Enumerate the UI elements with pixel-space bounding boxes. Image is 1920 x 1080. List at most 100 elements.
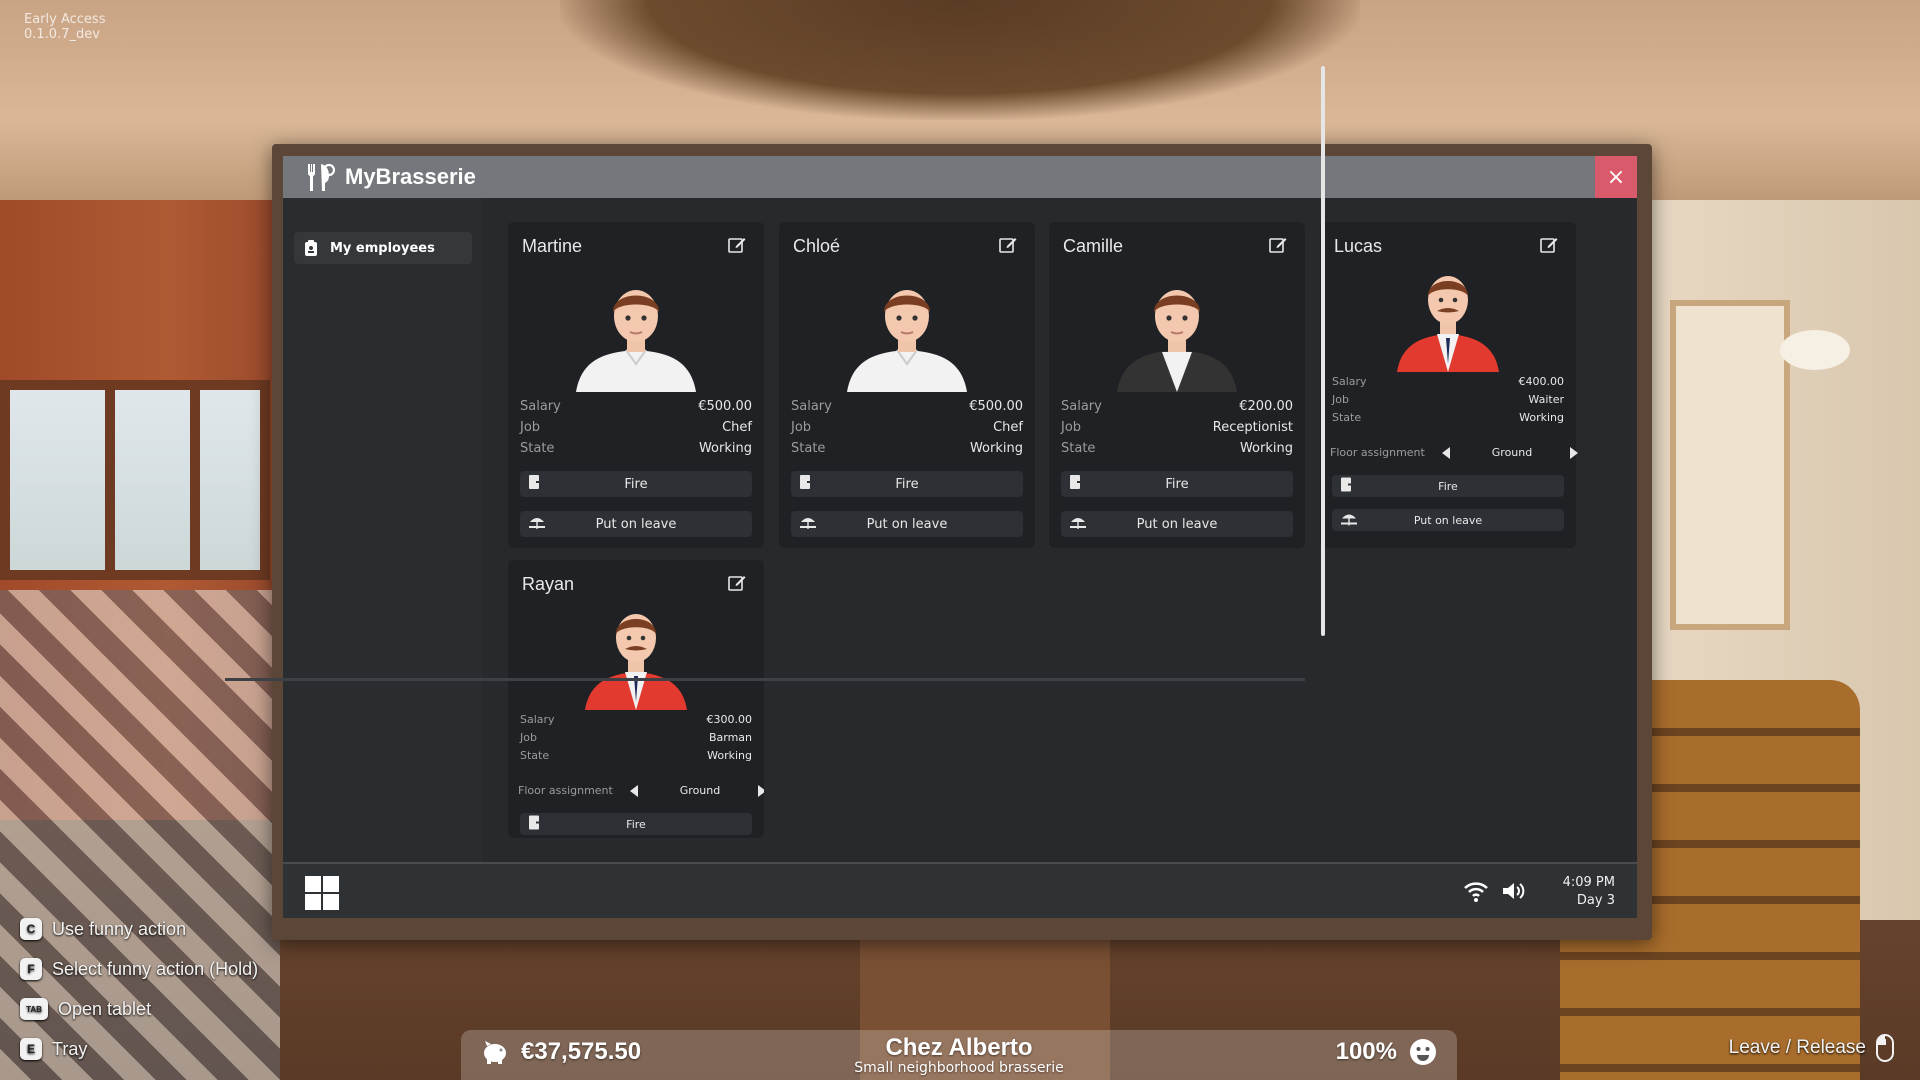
close-button[interactable]: ×	[1595, 156, 1637, 198]
key-icon: E	[20, 1038, 42, 1060]
umbrella-icon	[799, 514, 817, 534]
app-titlebar: MyBrasserie ×	[283, 156, 1637, 198]
hint-label: Open tablet	[58, 998, 152, 1019]
clock-time: 4:09 PM	[1562, 875, 1615, 890]
fire-button[interactable]: Fire	[520, 471, 752, 497]
employee-card: Martine Salary €500.00 Job Chef State Wo…	[508, 222, 764, 548]
employee-card: Lucas Salary €400.00 Job Waiter State Wo…	[1320, 222, 1578, 548]
put-on-leave-button[interactable]: Put on leave	[1061, 511, 1293, 537]
taskbar: 4:09 PM Day 3	[283, 862, 1637, 918]
key-icon: C	[20, 918, 42, 940]
employee-portrait	[842, 272, 972, 396]
fire-icon	[1069, 474, 1086, 494]
salary-label: Salary	[520, 713, 555, 726]
fire-button[interactable]: Fire	[1061, 471, 1293, 497]
state-value: Working	[698, 441, 752, 456]
leave-label: Put on leave	[1136, 516, 1218, 532]
employee-portrait	[581, 600, 691, 714]
employee-name: Camille	[1063, 236, 1124, 256]
previous-floor-icon[interactable]	[1442, 447, 1450, 459]
umbrella-icon	[1340, 511, 1358, 530]
state-value: Working	[969, 441, 1023, 456]
next-floor-icon[interactable]	[1570, 447, 1578, 459]
put-on-leave-button[interactable]: Put on leave	[1332, 509, 1564, 531]
badge-icon	[305, 240, 317, 256]
salary-value: €400.00	[1518, 375, 1565, 388]
hint-label: Tray	[52, 1038, 88, 1059]
leave-label: Put on leave	[866, 516, 948, 532]
restaurant-name: Chez Alberto	[885, 1034, 1033, 1061]
floor-label: Floor assignment	[518, 784, 613, 797]
job-value: Waiter	[1528, 393, 1564, 406]
volume-icon[interactable]	[1501, 880, 1525, 902]
put-on-leave-button[interactable]: Put on leave	[791, 511, 1023, 537]
fire-button[interactable]: Fire	[520, 813, 752, 835]
restaurant-hud: €37,575.50 Chez Alberto Small neighborho…	[461, 1030, 1457, 1080]
floor-assignment: Floor assignment Ground	[1330, 443, 1578, 463]
satisfaction-value: 100%	[1335, 1038, 1397, 1065]
control-hint: E Tray	[20, 1038, 87, 1060]
job-value: Barman	[708, 731, 752, 744]
put-on-leave-button[interactable]: Put on leave	[520, 511, 752, 537]
employee-name: Rayan	[522, 574, 575, 594]
wifi-icon[interactable]	[1463, 880, 1489, 902]
floor-label: Floor assignment	[1330, 446, 1425, 459]
left-window	[0, 380, 270, 580]
fire-label: Fire	[1438, 479, 1458, 493]
state-label: State	[520, 749, 550, 762]
employee-portrait	[1393, 262, 1503, 376]
fire-icon	[528, 474, 545, 494]
horizontal-scrollbar[interactable]	[225, 678, 1305, 681]
job-label: Job	[791, 420, 812, 435]
key-icon: F	[20, 958, 42, 980]
vertical-scrollbar[interactable]	[1321, 66, 1325, 636]
start-menu-icon[interactable]	[305, 876, 339, 910]
salary-value: €300.00	[706, 713, 753, 726]
employee-name: Lucas	[1334, 236, 1383, 256]
leave-label: Put on leave	[1413, 513, 1483, 527]
edit-icon[interactable]	[728, 236, 746, 254]
smiley-icon	[1410, 1039, 1436, 1065]
salary-label: Salary	[791, 399, 832, 414]
restaurant-subtitle: Small neighborhood brasserie	[854, 1060, 1064, 1076]
salary-value: €500.00	[698, 399, 752, 414]
system-tray	[1463, 880, 1525, 902]
fire-icon	[799, 474, 816, 494]
close-icon: ×	[1606, 164, 1626, 190]
job-label: Job	[1332, 393, 1349, 406]
job-value: Receptionist	[1212, 420, 1293, 435]
fire-button[interactable]: Fire	[1332, 475, 1564, 497]
hint-label: Select funny action (Hold)	[52, 958, 259, 979]
sidebar-item-label: My employees	[330, 240, 435, 256]
satisfaction-display: 100%	[1336, 1038, 1437, 1066]
state-label: State	[1332, 411, 1362, 424]
control-hint: TAB Open tablet	[20, 998, 151, 1020]
sidebar-item-my-employees[interactable]: My employees	[294, 232, 472, 264]
state-label: State	[1061, 441, 1096, 456]
edit-icon[interactable]	[1269, 236, 1287, 254]
employee-card: Camille Salary €200.00 Job Receptionist …	[1049, 222, 1305, 548]
salary-label: Salary	[520, 399, 561, 414]
fire-icon	[528, 815, 545, 834]
control-hint: F Select funny action (Hold)	[20, 958, 258, 980]
umbrella-icon	[528, 514, 546, 534]
leave-label: Put on leave	[595, 516, 677, 532]
salary-label: Salary	[1332, 375, 1367, 388]
edit-icon[interactable]	[999, 236, 1017, 254]
job-label: Job	[1061, 420, 1082, 435]
edit-icon[interactable]	[1540, 236, 1558, 254]
salary-label: Salary	[1061, 399, 1102, 414]
build-version: Early Access 0.1.0.7_dev	[24, 12, 106, 42]
fire-label: Fire	[624, 476, 648, 492]
previous-floor-icon[interactable]	[630, 785, 638, 797]
right-wall-panel	[1670, 300, 1790, 630]
umbrella-icon	[1069, 514, 1087, 534]
edit-icon[interactable]	[728, 574, 746, 592]
fire-button[interactable]: Fire	[791, 471, 1023, 497]
employee-card: Chloé Salary €500.00 Job Chef State Work…	[779, 222, 1035, 548]
state-label: State	[520, 441, 555, 456]
job-label: Job	[520, 731, 537, 744]
fire-label: Fire	[1165, 476, 1189, 492]
brasserie-logo-icon	[307, 163, 335, 191]
next-floor-icon[interactable]	[758, 785, 764, 797]
